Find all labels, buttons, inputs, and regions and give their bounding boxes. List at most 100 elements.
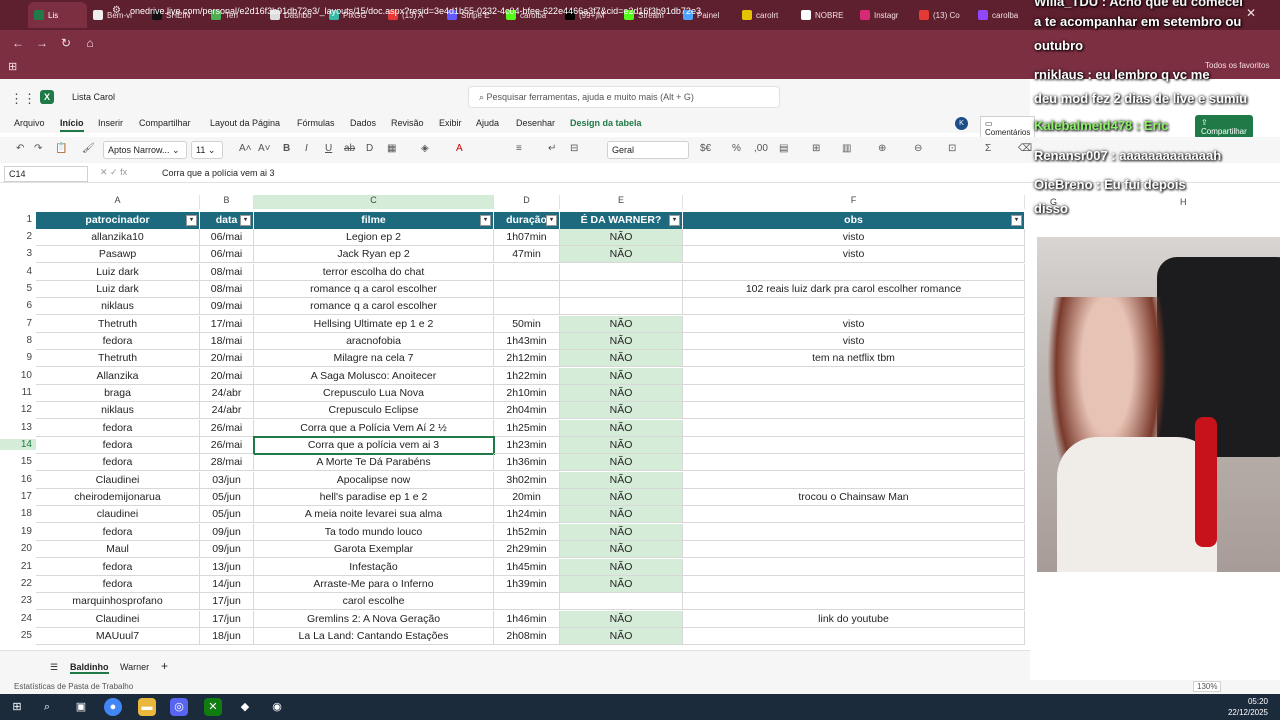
table-cell[interactable]: 18/mai: [200, 332, 254, 350]
xbox-icon[interactable]: ✕: [204, 698, 222, 716]
table-cell[interactable]: fedora: [36, 575, 200, 593]
add-sheet-icon[interactable]: +: [161, 659, 168, 673]
fill-color-icon[interactable]: ◈: [421, 143, 429, 154]
table-cell[interactable]: NÃO: [560, 471, 683, 489]
table-cell[interactable]: 06/mai: [200, 228, 254, 246]
tab-design-tabela[interactable]: Design da tabela: [570, 118, 642, 128]
sheet-tab-baldinho[interactable]: Baldinho: [70, 662, 109, 674]
row-header[interactable]: 1: [0, 214, 36, 225]
apps-icon[interactable]: ⊞: [8, 60, 17, 73]
table-cell[interactable]: 13/jun: [200, 558, 254, 576]
table-cell[interactable]: NÃO: [560, 575, 683, 593]
browser-tab[interactable]: Lis: [28, 2, 87, 28]
table-cell[interactable]: carol escolhe: [254, 593, 494, 611]
table-cell[interactable]: niklaus: [36, 298, 200, 316]
forward-icon[interactable]: →: [30, 36, 54, 50]
table-cell[interactable]: NÃO: [560, 419, 683, 437]
table-cell[interactable]: fedora: [36, 419, 200, 437]
table-cell[interactable]: NÃO: [560, 385, 683, 402]
table-cell[interactable]: 05/jun: [200, 489, 254, 507]
table-cell[interactable]: [494, 593, 560, 611]
table-cell[interactable]: [683, 454, 1025, 472]
table-cell[interactable]: [683, 575, 1025, 593]
table-cell[interactable]: NÃO: [560, 541, 683, 559]
back-icon[interactable]: ←: [6, 36, 30, 50]
tab-formulas[interactable]: Fórmulas: [297, 118, 335, 128]
format-icon[interactable]: ⊡: [948, 143, 956, 154]
table-cell[interactable]: 1h24min: [494, 506, 560, 524]
table-cell[interactable]: fedora: [36, 523, 200, 541]
table-cell[interactable]: 09/jun: [200, 523, 254, 541]
table-cell[interactable]: 08/mai: [200, 263, 254, 281]
table-header-cell[interactable]: É DA WARNER? ▾: [560, 211, 683, 229]
row-header[interactable]: 22: [0, 578, 36, 589]
filter-dropdown-icon[interactable]: ▾: [480, 214, 491, 226]
table-cell[interactable]: 18/jun: [200, 627, 254, 645]
table-cell[interactable]: Luiz dark: [36, 280, 200, 298]
filter-dropdown-icon[interactable]: ▾: [186, 214, 197, 226]
table-cell[interactable]: 05/jun: [200, 506, 254, 524]
file-explorer-icon[interactable]: ▬: [138, 698, 156, 716]
row-header[interactable]: 17: [0, 491, 36, 502]
table-cell[interactable]: tem na netflix tbm: [683, 350, 1025, 368]
table-cell[interactable]: trocou o Chainsaw Man: [683, 489, 1025, 507]
all-favorites-link[interactable]: Todos os favoritos: [1205, 61, 1269, 70]
table-header-cell[interactable]: duração ▾: [494, 211, 560, 229]
table-cell[interactable]: NÃO: [560, 332, 683, 350]
obs-icon[interactable]: ◉: [268, 698, 286, 716]
table-cell[interactable]: link do youtube: [683, 610, 1025, 628]
row-header[interactable]: 10: [0, 370, 36, 381]
table-cell[interactable]: [560, 280, 683, 298]
table-cell[interactable]: Allanzika: [36, 367, 200, 385]
column-header[interactable]: B: [200, 195, 254, 209]
table-cell[interactable]: [494, 298, 560, 316]
table-cell[interactable]: [683, 593, 1025, 611]
format-table-icon[interactable]: ⊞: [812, 143, 820, 154]
table-cell[interactable]: NÃO: [560, 367, 683, 385]
table-cell[interactable]: 20/mai: [200, 367, 254, 385]
table-cell[interactable]: [683, 385, 1025, 402]
windows-start-icon[interactable]: ⊞: [8, 698, 26, 716]
table-cell[interactable]: Milagre na cela 7: [254, 350, 494, 368]
table-cell[interactable]: Apocalipse now: [254, 471, 494, 489]
cell-styles-icon[interactable]: ▥: [842, 143, 851, 154]
search-input[interactable]: ⌕ Pesquisar ferramentas, ajuda e muito m…: [468, 86, 780, 108]
table-cell[interactable]: Claudinei: [36, 610, 200, 628]
row-header[interactable]: 12: [0, 404, 36, 415]
table-cell[interactable]: [683, 541, 1025, 559]
font-size-select[interactable]: 11 ⌄: [191, 141, 223, 159]
table-cell[interactable]: 17/jun: [200, 593, 254, 611]
browser-tab[interactable]: Instagr: [854, 2, 913, 28]
sheets-menu-icon[interactable]: ☰: [50, 662, 58, 673]
table-cell[interactable]: 17/jun: [200, 610, 254, 628]
table-cell[interactable]: 1h39min: [494, 575, 560, 593]
table-cell[interactable]: Thetruth: [36, 315, 200, 333]
table-cell[interactable]: visto: [683, 315, 1025, 333]
table-cell[interactable]: Corra que a Polícia Vem Aí 2 ½: [254, 419, 494, 437]
site-info-icon[interactable]: ⚙: [112, 5, 121, 16]
autosum-icon[interactable]: Σ: [985, 143, 991, 154]
row-header[interactable]: 16: [0, 474, 36, 485]
table-cell[interactable]: 09/jun: [200, 541, 254, 559]
borders-icon[interactable]: ▦: [387, 143, 396, 154]
column-header[interactable]: E: [560, 195, 683, 209]
chrome-icon[interactable]: ●: [104, 698, 122, 716]
table-cell[interactable]: A Morte Te Dá Parabéns: [254, 454, 494, 472]
system-clock[interactable]: 05:20 22/12/2025: [1228, 696, 1268, 718]
table-cell[interactable]: 20/mai: [200, 350, 254, 368]
table-cell[interactable]: 26/mai: [200, 419, 254, 437]
conditional-format-icon[interactable]: ▤: [779, 143, 788, 154]
redo-icon[interactable]: ↷: [34, 143, 42, 154]
table-cell[interactable]: [683, 367, 1025, 385]
delete-icon[interactable]: ⊖: [914, 143, 922, 154]
app-icon[interactable]: ◆: [236, 698, 254, 716]
clear-icon[interactable]: ⌫: [1018, 143, 1032, 154]
table-cell[interactable]: terror escolha do chat: [254, 263, 494, 281]
row-header[interactable]: 25: [0, 630, 36, 641]
table-cell[interactable]: La La Land: Cantando Estações: [254, 627, 494, 645]
name-box[interactable]: C14: [4, 166, 88, 182]
table-cell[interactable]: [683, 523, 1025, 541]
column-header[interactable]: F: [683, 195, 1025, 209]
table-cell[interactable]: 1h36min: [494, 454, 560, 472]
row-header[interactable]: 8: [0, 335, 36, 346]
